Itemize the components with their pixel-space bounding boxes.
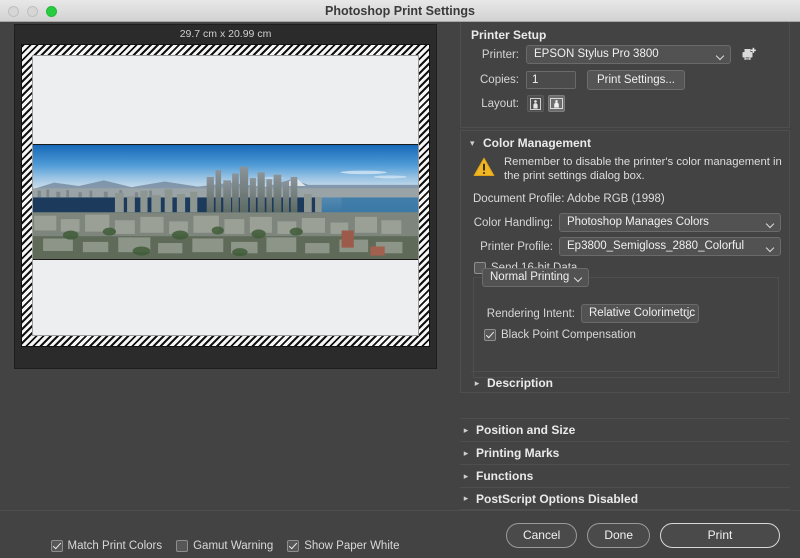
black-point-compensation-checkbox[interactable]: Black Point Compensation (484, 329, 636, 341)
chevron-right-icon: ▸ (463, 493, 469, 503)
description-label: Description (487, 376, 554, 390)
checkbox-box (176, 540, 189, 552)
section-postscript-options[interactable]: ▸ PostScript Options Disabled (460, 487, 790, 510)
printer-setup-group: Printer Setup Printer: EPSON Stylus Pro … (460, 22, 790, 128)
preview-canvas[interactable]: 29.7 cm x 20.99 cm (14, 24, 437, 369)
section-label: Printing Marks (476, 446, 560, 460)
show-paper-white-checkbox[interactable]: Show Paper White (287, 540, 399, 552)
show-paper-white-label: Show Paper White (304, 540, 400, 552)
photo-preview[interactable] (33, 144, 418, 260)
layout-portrait-button[interactable] (527, 95, 544, 112)
description-section[interactable]: ▸ Description (471, 371, 777, 394)
print-preview-pane: 29.7 cm x 20.99 cm Match Print Colors Ga… (0, 22, 450, 552)
color-management-group: ▾ Color Management Remember to disable t… (460, 130, 790, 393)
printer-label: Printer: (481, 48, 519, 61)
warning-triangle-icon (473, 157, 495, 180)
printer-setup-title: Printer Setup (471, 28, 547, 42)
chevron-right-icon: ▸ (463, 470, 469, 481)
document-profile-text: Document Profile: Adobe RGB (1998) (473, 193, 665, 205)
section-functions[interactable]: ▸ Functions (460, 464, 790, 487)
chevron-right-icon: ▸ (474, 377, 480, 388)
chevron-down-icon[interactable]: ▾ (470, 137, 479, 149)
cancel-button[interactable]: Cancel (505, 522, 578, 548)
landscape-icon (550, 98, 563, 109)
portrait-icon (530, 97, 541, 110)
copies-label: Copies: (480, 74, 519, 86)
chevron-right-icon: ▸ (463, 447, 469, 458)
printer-add-icon[interactable] (741, 47, 757, 62)
footer-buttons: Cancel Done Print (450, 512, 800, 558)
layout-label: Layout: (481, 97, 519, 110)
section-printing-marks[interactable]: ▸ Printing Marks (460, 441, 790, 464)
window-title: Photoshop Print Settings (325, 4, 475, 18)
skyline-image (33, 145, 418, 259)
color-management-title[interactable]: Color Management (483, 136, 591, 150)
match-print-colors-checkbox[interactable]: Match Print Colors (50, 540, 163, 552)
gamut-warning-checkbox[interactable]: Gamut Warning (176, 540, 273, 552)
match-print-colors-label: Match Print Colors (67, 540, 163, 552)
print-mode-subgroup: Normal Printing Rendering Intent: Relati… (473, 268, 779, 378)
preview-options-row: Match Print Colors Gamut Warning Show Pa… (0, 540, 450, 552)
section-position-and-size[interactable]: ▸ Position and Size (460, 418, 790, 441)
color-handling-label: Color Handling: (473, 216, 553, 229)
print-settings-window: Photoshop Print Settings 29.7 cm x 20.99… (0, 0, 800, 558)
section-label: PostScript Options Disabled (476, 491, 639, 506)
settings-panel: Printer Setup Printer: EPSON Stylus Pro … (450, 22, 800, 512)
paper-printable-area (32, 55, 419, 336)
print-button[interactable]: Print (660, 522, 780, 548)
chevron-right-icon: ▸ (463, 424, 469, 435)
print-settings-button[interactable]: Print Settings... (587, 70, 685, 90)
printer-profile-label: Printer Profile: (480, 240, 553, 253)
section-label: Position and Size (476, 423, 576, 437)
color-management-warning: Remember to disable the printer's color … (473, 155, 783, 183)
print-mode-select[interactable]: Normal Printing (482, 268, 590, 287)
gamut-warning-label: Gamut Warning (193, 540, 274, 552)
rendering-intent-select[interactable]: Relative Colorimetric (581, 304, 699, 323)
copies-input[interactable]: 1 (526, 71, 576, 89)
title-bar: Photoshop Print Settings (0, 0, 800, 22)
black-point-compensation-label: Black Point Compensation (501, 329, 636, 341)
section-label: Functions (476, 469, 534, 483)
color-handling-select[interactable]: Photoshop Manages Colors (559, 213, 781, 232)
warning-text: Remember to disable the printer's color … (504, 156, 782, 182)
footer-divider (0, 510, 800, 511)
rendering-intent-label: Rendering Intent: (486, 307, 575, 320)
layout-landscape-button[interactable] (548, 95, 565, 112)
printer-select[interactable]: EPSON Stylus Pro 3800 (526, 45, 731, 64)
done-button[interactable]: Done (587, 522, 650, 548)
checkbox-box (484, 329, 496, 341)
checkbox-box (50, 540, 63, 552)
checkbox-box (287, 540, 300, 552)
paper-size-label: 29.7 cm x 20.99 cm (179, 28, 272, 40)
printer-profile-select[interactable]: Ep3800_Semigloss_2880_Colorful (559, 237, 781, 256)
paper-sheet (21, 44, 430, 347)
